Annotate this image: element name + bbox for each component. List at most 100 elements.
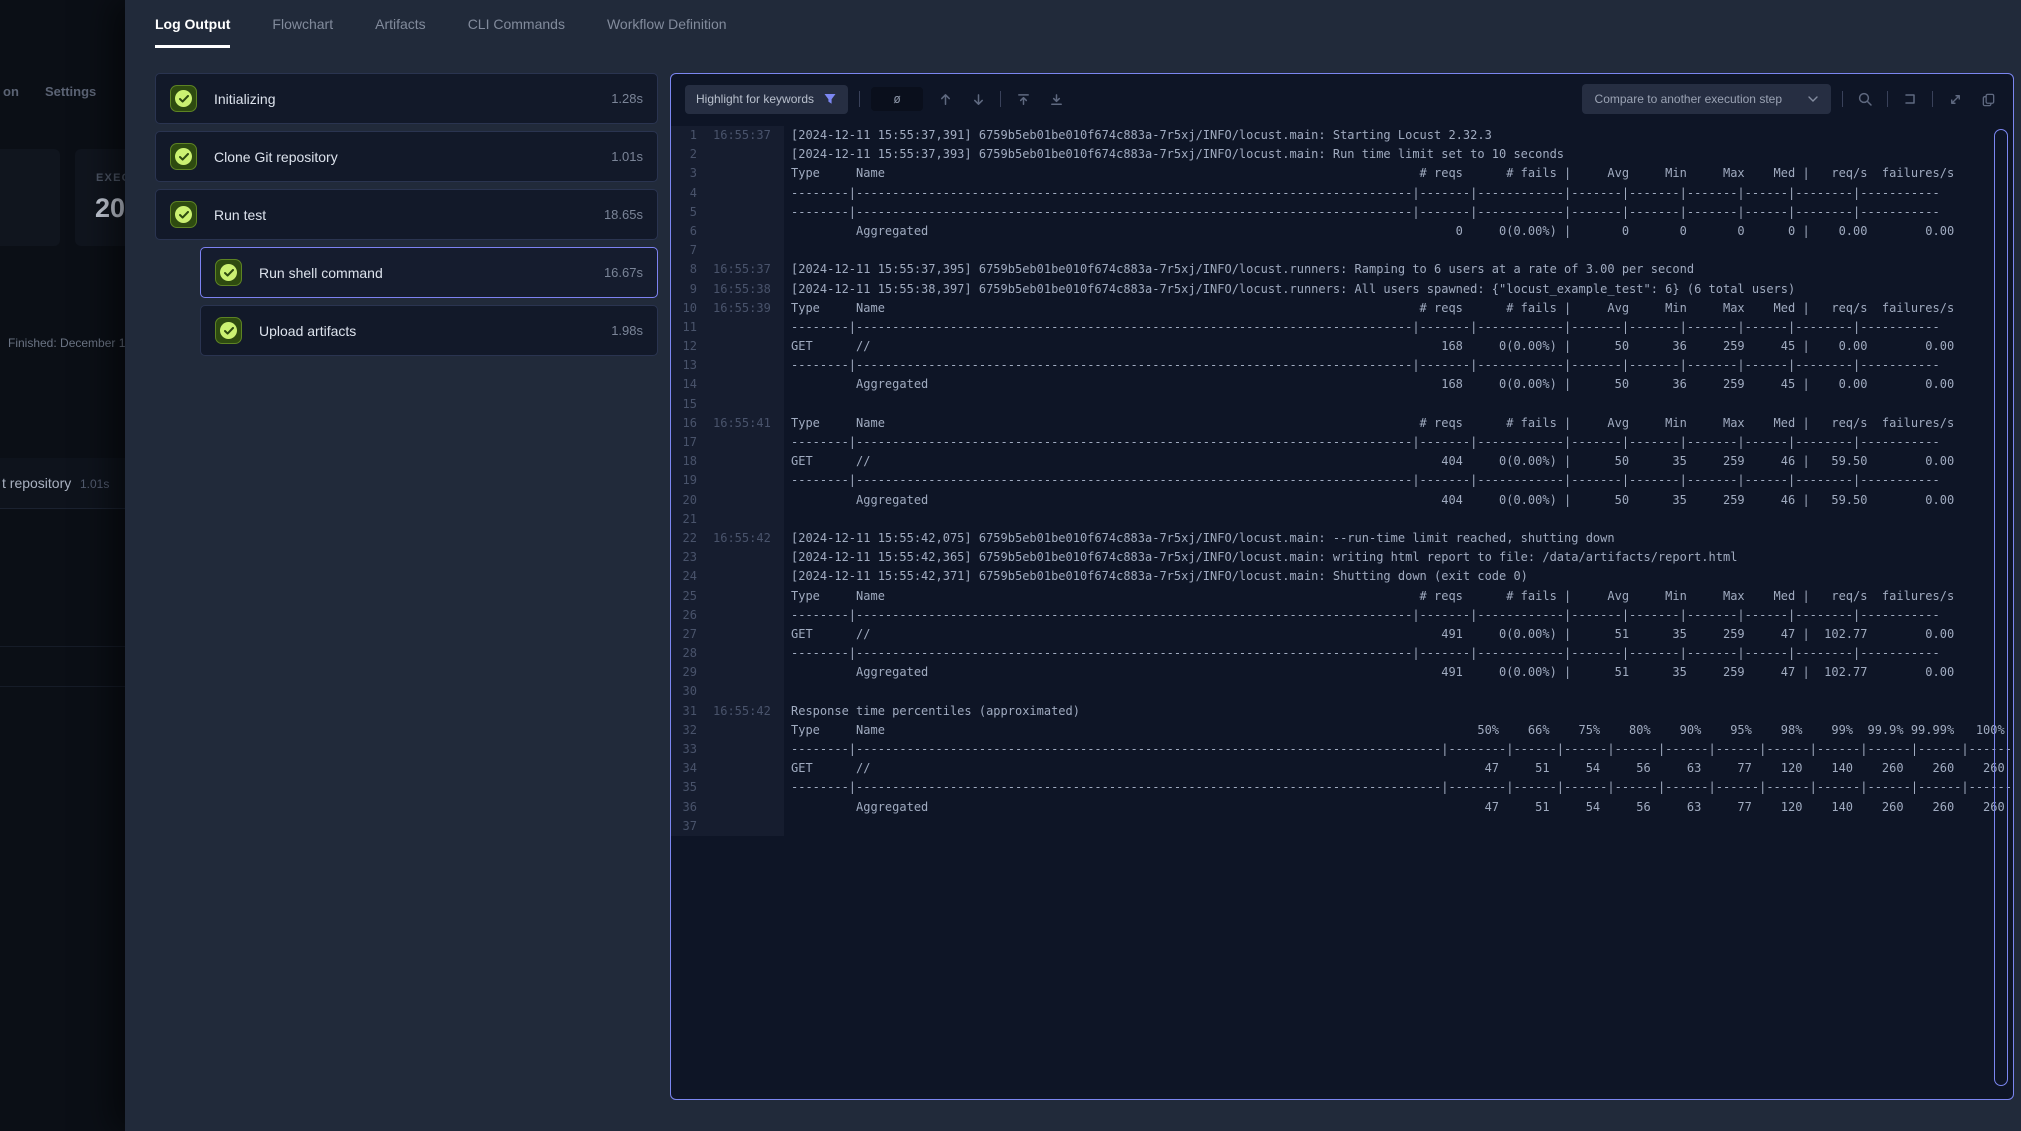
success-check-icon — [170, 201, 197, 228]
step-clone-git-repository[interactable]: Clone Git repository 1.01s — [155, 131, 658, 182]
expand-icon[interactable] — [1944, 88, 1966, 110]
compare-step-select[interactable]: Compare to another execution step — [1582, 84, 1831, 114]
log-gutter: 13 — [671, 356, 784, 375]
log-gutter: 33 — [671, 740, 784, 759]
line-timestamp — [697, 184, 713, 203]
line-number: 37 — [671, 817, 697, 836]
line-timestamp: 16:55:37 — [697, 260, 771, 279]
line-number: 26 — [671, 606, 697, 625]
line-number: 27 — [671, 625, 697, 644]
tab-cli-commands[interactable]: CLI Commands — [468, 0, 565, 48]
step-list: Initializing1.28s Clone Git repository 1.0… — [155, 73, 658, 363]
match-next-arrow-icon[interactable] — [967, 88, 989, 110]
match-prev-arrow-icon[interactable] — [934, 88, 956, 110]
step-label: Run test — [214, 207, 266, 223]
log-line: 17--------|-----------------------------… — [671, 433, 2013, 452]
line-timestamp — [697, 337, 713, 356]
log-line: 1016:55:39Type Name # reqs # fails | Avg… — [671, 299, 2013, 318]
tab-flowchart[interactable]: Flowchart — [272, 0, 333, 48]
match-counter: ø — [871, 87, 923, 111]
wrap-lines-icon[interactable] — [1899, 88, 1921, 110]
log-line: 15 — [671, 395, 2013, 414]
line-number: 19 — [671, 471, 697, 490]
line-text: Aggregated 491 0(0.00%) | 51 35 259 47 |… — [791, 663, 1954, 682]
line-text: Aggregated 404 0(0.00%) | 50 35 259 46 |… — [791, 491, 1954, 510]
line-text: GET // 168 0(0.00%) | 50 36 259 45 | 0.0… — [791, 337, 1954, 356]
scroll-to-bottom-icon[interactable] — [1045, 88, 1067, 110]
line-text: --------|-------------------------------… — [791, 184, 1940, 203]
log-line: 12GET // 168 0(0.00%) | 50 36 259 45 | 0… — [671, 337, 2013, 356]
log-line: 28--------|-----------------------------… — [671, 644, 2013, 663]
line-timestamp — [697, 241, 713, 260]
log-scrollbar-thumb[interactable] — [1994, 129, 2008, 1086]
line-text: [2024-12-11 15:55:42,075] 6759b5eb01be01… — [791, 529, 1615, 548]
tab-artifacts[interactable]: Artifacts — [375, 0, 426, 48]
log-line: 4--------|------------------------------… — [671, 184, 2013, 203]
line-timestamp — [697, 433, 713, 452]
step-duration: 1.98s — [611, 323, 643, 338]
step-run-test[interactable]: Run test18.65s — [155, 189, 658, 240]
line-timestamp: 16:55:41 — [697, 414, 771, 433]
line-timestamp — [697, 587, 713, 606]
line-number: 16 — [671, 414, 697, 433]
log-gutter: 35 — [671, 778, 784, 797]
divider — [1887, 91, 1888, 107]
line-number: 11 — [671, 318, 697, 337]
line-number: 31 — [671, 702, 697, 721]
log-gutter: 23 — [671, 548, 784, 567]
line-number: 24 — [671, 567, 697, 586]
line-timestamp — [697, 471, 713, 490]
line-text: --------|-------------------------------… — [791, 203, 1940, 222]
copy-icon[interactable] — [1977, 88, 1999, 110]
line-text: [2024-12-11 15:55:37,395] 6759b5eb01be01… — [791, 260, 1694, 279]
step-initializing[interactable]: Initializing1.28s — [155, 73, 658, 124]
line-number: 29 — [671, 663, 697, 682]
step-label: Initializing — [214, 91, 275, 107]
log-line: 3Type Name # reqs # fails | Avg Min Max … — [671, 164, 2013, 183]
scroll-to-top-icon[interactable] — [1012, 88, 1034, 110]
line-text: [2024-12-11 15:55:37,391] 6759b5eb01be01… — [791, 126, 1492, 145]
line-timestamp — [697, 164, 713, 183]
step-label: Upload artifacts — [259, 323, 356, 339]
background-stat-card — [0, 149, 60, 246]
line-text: [2024-12-11 15:55:37,393] 6759b5eb01be01… — [791, 145, 1564, 164]
step-label: Clone Git repository — [214, 149, 338, 165]
line-timestamp — [697, 203, 713, 222]
step-run-shell-command[interactable]: Run shell command16.67s — [200, 247, 658, 298]
log-line: 7 — [671, 241, 2013, 260]
step-duration: 1.01s — [611, 149, 643, 164]
line-timestamp — [697, 395, 713, 414]
highlight-keywords-button[interactable]: Highlight for keywords — [685, 85, 848, 114]
search-icon[interactable] — [1854, 88, 1876, 110]
line-timestamp — [697, 567, 713, 586]
line-timestamp — [697, 222, 713, 241]
line-number: 5 — [671, 203, 697, 222]
log-line: 816:55:37[2024-12-11 15:55:37,395] 6759b… — [671, 260, 2013, 279]
line-timestamp — [697, 778, 713, 797]
line-timestamp — [697, 606, 713, 625]
log-output-panel: Highlight for keywords ø Compa — [670, 73, 2014, 1100]
log-gutter: 37 — [671, 817, 784, 836]
background-step-duration: 1.01s — [80, 477, 109, 491]
line-timestamp: 16:55:37 — [697, 126, 771, 145]
filter-funnel-icon — [823, 92, 837, 106]
background-nav-item-partial: on — [3, 84, 19, 99]
step-upload-artifacts[interactable]: Upload artifacts 1.98s — [200, 305, 658, 356]
line-text: --------|-------------------------------… — [791, 356, 1940, 375]
log-line: 1616:55:41Type Name # reqs # fails | Avg… — [671, 414, 2013, 433]
line-number: 7 — [671, 241, 697, 260]
line-number: 9 — [671, 280, 697, 299]
line-number: 34 — [671, 759, 697, 778]
line-number: 17 — [671, 433, 697, 452]
log-line: 21 — [671, 510, 2013, 529]
line-timestamp — [697, 318, 713, 337]
line-number: 25 — [671, 587, 697, 606]
line-text: Aggregated 47 51 54 56 63 77 120 140 260… — [791, 798, 2005, 817]
divider — [0, 646, 125, 647]
log-line: 11--------|-----------------------------… — [671, 318, 2013, 337]
log-gutter: 15 — [671, 395, 784, 414]
line-timestamp — [697, 491, 713, 510]
tab-log-output[interactable]: Log Output — [155, 0, 230, 48]
line-number: 20 — [671, 491, 697, 510]
tab-workflow-definition[interactable]: Workflow Definition — [607, 0, 727, 48]
